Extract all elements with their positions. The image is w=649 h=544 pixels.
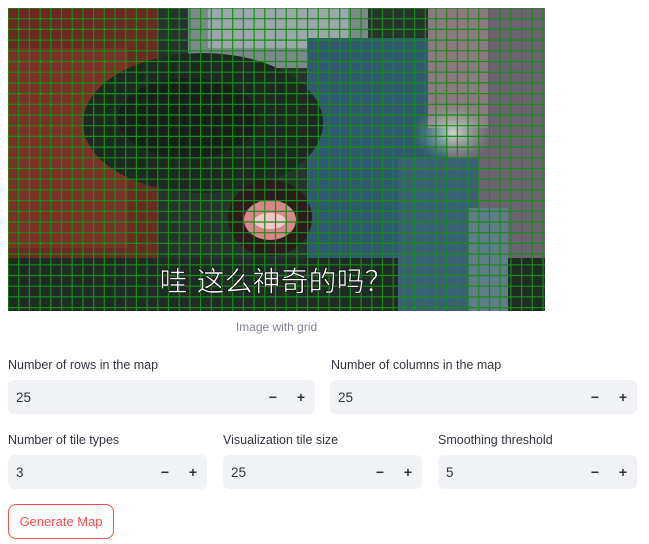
smoothing-number-input[interactable]: 5 − + xyxy=(438,455,637,489)
rows-number-input[interactable]: 25 − + xyxy=(8,380,315,414)
cols-decrement-button[interactable]: − xyxy=(581,380,609,414)
tile-types-value[interactable]: 3 xyxy=(8,465,151,480)
image-overlay-text: 哇 这么神奇的吗？ xyxy=(160,265,393,298)
rows-decrement-button[interactable]: − xyxy=(259,380,287,414)
rows-label: Number of rows in the map xyxy=(8,358,159,372)
tile-types-decrement-button[interactable]: − xyxy=(151,455,179,489)
rows-value[interactable]: 25 xyxy=(8,390,259,405)
smoothing-decrement-button[interactable]: − xyxy=(581,455,609,489)
rows-increment-button[interactable]: + xyxy=(287,380,315,414)
smoothing-value[interactable]: 5 xyxy=(438,465,581,480)
tile-size-value[interactable]: 25 xyxy=(223,465,366,480)
grid-image: 哇 这么神奇的吗？ xyxy=(8,8,545,311)
smoothing-increment-button[interactable]: + xyxy=(609,455,637,489)
tile-size-decrement-button[interactable]: − xyxy=(366,455,394,489)
tile-types-label: Number of tile types xyxy=(8,433,120,447)
tile-types-number-input[interactable]: 3 − + xyxy=(8,455,207,489)
cols-value[interactable]: 25 xyxy=(330,390,581,405)
cols-increment-button[interactable]: + xyxy=(609,380,637,414)
tile-size-number-input[interactable]: 25 − + xyxy=(223,455,422,489)
tile-size-increment-button[interactable]: + xyxy=(394,455,422,489)
grid-image-canvas: 哇 这么神奇的吗？ xyxy=(8,8,545,311)
tile-types-increment-button[interactable]: + xyxy=(179,455,207,489)
cols-label: Number of columns in the map xyxy=(331,358,502,372)
image-caption: Image with grid xyxy=(235,320,318,334)
generate-map-button[interactable]: Generate Map xyxy=(8,504,114,539)
smoothing-label: Smoothing threshold xyxy=(438,433,553,447)
tile-size-label: Visualization tile size xyxy=(223,433,339,447)
cols-number-input[interactable]: 25 − + xyxy=(330,380,637,414)
